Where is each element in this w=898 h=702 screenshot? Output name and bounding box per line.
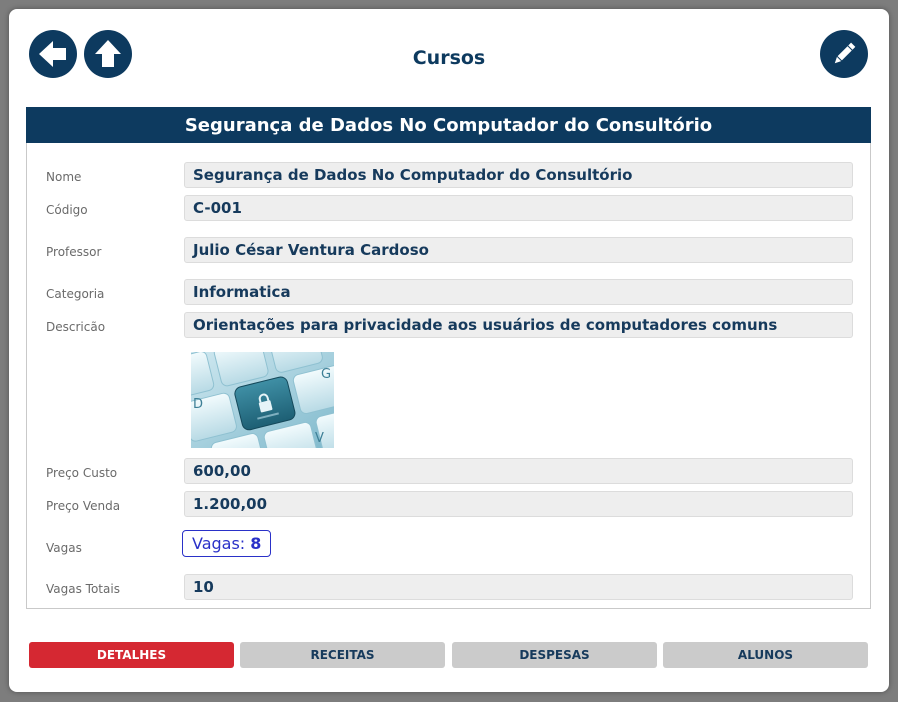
cost-price-field: 600,00 [184,458,853,484]
app-card: Cursos Segurança de Dados No Computador … [9,9,889,692]
professor-field: Julio César Ventura Cardoso [184,237,853,263]
svg-text:G: G [321,367,331,382]
tab-despesas[interactable]: DESPESAS [452,642,657,668]
svg-text:D: D [193,397,203,412]
course-image: G V D [191,352,334,448]
tab-alunos[interactable]: ALUNOS [663,642,868,668]
total-vagas-label: Vagas Totais [46,582,120,596]
code-field: C-001 [184,195,853,221]
vagas-badge-label: Vagas: [192,534,246,553]
page-title: Cursos [412,47,486,69]
pencil-icon [834,42,856,64]
description-label: Descricão [46,320,106,334]
vagas-label: Vagas [46,541,82,555]
sale-price-field: 1.200,00 [184,491,853,517]
tab-detalhes[interactable]: DETALHES [29,642,234,668]
vagas-badge-count: 8 [250,534,262,553]
total-vagas-field: 10 [184,574,853,600]
cost-price-label: Preço Custo [46,466,118,480]
tab-receitas[interactable]: RECEITAS [240,642,445,668]
name-field: Segurança de Dados No Computador do Cons… [184,162,853,188]
category-field: Informatica [184,279,853,305]
category-label: Categoria [46,287,105,301]
edit-button[interactable] [820,30,868,78]
code-label: Código [46,203,88,217]
name-label: Nome [46,170,82,184]
sale-price-label: Preço Venda [46,499,121,513]
professor-label: Professor [46,245,102,259]
course-heading: Segurança de Dados No Computador do Cons… [26,107,871,143]
svg-text:V: V [315,431,324,446]
course-details-panel: Segurança de Dados No Computador do Cons… [26,107,871,609]
description-field: Orientações para privacidade aos usuário… [184,312,853,338]
vagas-badge: Vagas: 8 [182,530,272,557]
